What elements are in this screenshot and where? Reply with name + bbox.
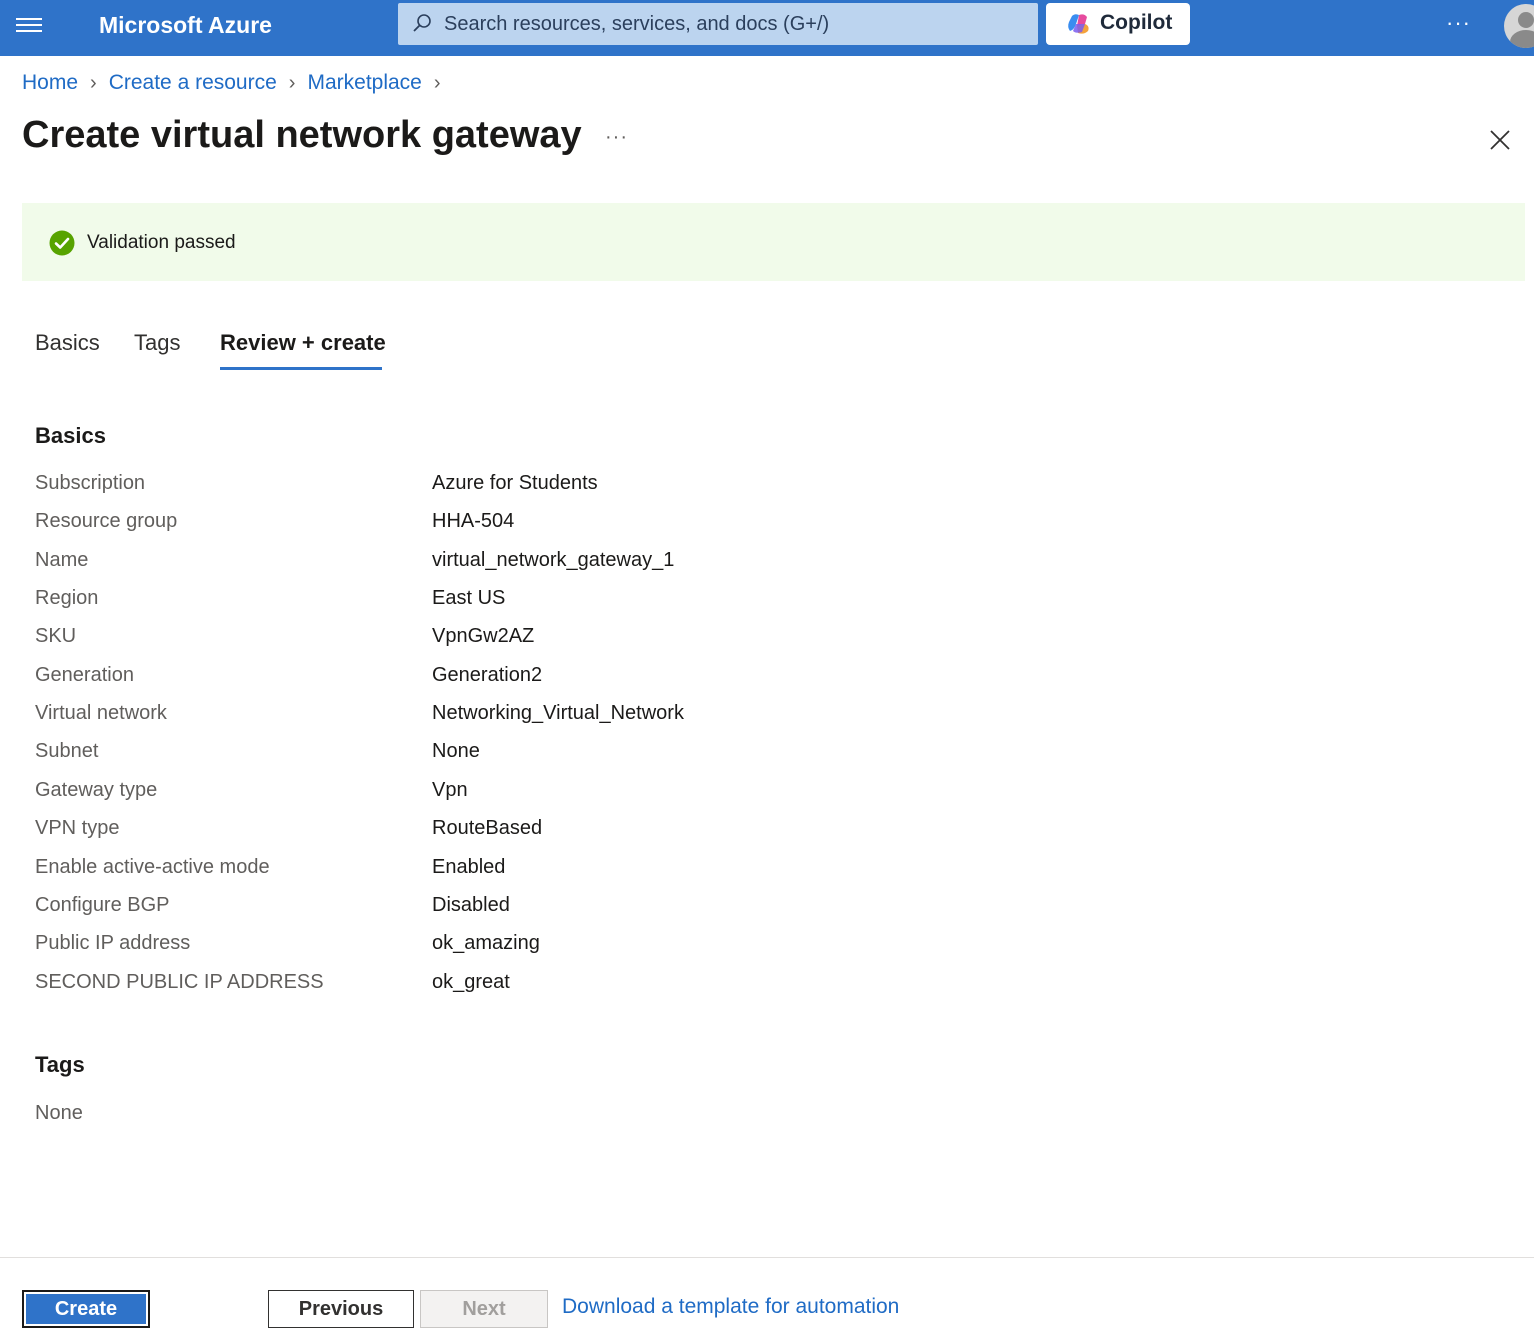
basics-section-title: Basics bbox=[35, 423, 106, 448]
subnet-label: Subnet bbox=[35, 740, 99, 762]
name-value: virtual_network_gateway_1 bbox=[432, 549, 675, 571]
download-template-link[interactable]: Download a template for automation bbox=[562, 1295, 899, 1319]
breadcrumb-create-resource[interactable]: Create a resource bbox=[109, 71, 277, 95]
second-public-ip-label: SECOND PUBLIC IP ADDRESS bbox=[35, 971, 324, 993]
copilot-button[interactable]: Copilot bbox=[1046, 3, 1190, 45]
subscription-label: Subscription bbox=[35, 472, 146, 494]
validation-banner: Validation passed bbox=[22, 203, 1525, 281]
create-button[interactable]: Create bbox=[22, 1290, 150, 1328]
page-more-icon[interactable]: ··· bbox=[605, 126, 628, 149]
page-title: Create virtual network gateway bbox=[22, 114, 582, 156]
chevron-right-icon: › bbox=[90, 71, 97, 94]
subscription-value: Azure for Students bbox=[432, 472, 598, 494]
gateway-type-value: Vpn bbox=[432, 779, 468, 801]
next-button[interactable]: Next bbox=[420, 1290, 548, 1328]
chevron-right-icon: › bbox=[433, 71, 441, 94]
name-label: Name bbox=[35, 549, 89, 571]
sku-label: SKU bbox=[35, 625, 77, 647]
region-value: East US bbox=[432, 587, 506, 609]
virtual-network-label: Virtual network bbox=[35, 702, 167, 724]
breadcrumb: Home › Create a resource › Marketplace › bbox=[22, 71, 453, 95]
breadcrumb-marketplace[interactable]: Marketplace bbox=[307, 71, 421, 95]
footer-divider bbox=[0, 1257, 1534, 1258]
tab-review-create[interactable]: Review + create bbox=[220, 330, 386, 356]
validation-message: Validation passed bbox=[87, 232, 236, 253]
subnet-value: None bbox=[432, 740, 480, 762]
avatar[interactable] bbox=[1504, 4, 1534, 48]
previous-button[interactable]: Previous bbox=[268, 1290, 414, 1328]
gateway-type-label: Gateway type bbox=[35, 779, 158, 801]
sku-value: VpnGw2AZ bbox=[432, 625, 535, 647]
tab-basics[interactable]: Basics bbox=[35, 330, 100, 356]
active-active-value: Enabled bbox=[432, 856, 506, 878]
generation-value: Generation2 bbox=[432, 664, 543, 686]
copilot-label: Copilot bbox=[1100, 11, 1173, 34]
configure-bgp-value: Disabled bbox=[432, 894, 510, 916]
vpn-type-label: VPN type bbox=[35, 817, 120, 839]
tab-tags[interactable]: Tags bbox=[134, 330, 180, 356]
vpn-type-value: RouteBased bbox=[432, 817, 543, 839]
chevron-right-icon: › bbox=[288, 71, 296, 94]
second-public-ip-value: ok_great bbox=[432, 971, 510, 993]
tags-value: None bbox=[35, 1102, 83, 1124]
generation-label: Generation bbox=[35, 664, 134, 686]
brand-title[interactable]: Microsoft Azure bbox=[99, 12, 272, 39]
region-label: Region bbox=[35, 587, 99, 609]
public-ip-value: ok_amazing bbox=[432, 932, 540, 954]
check-circle-icon bbox=[49, 230, 75, 256]
public-ip-label: Public IP address bbox=[35, 932, 191, 954]
more-options-icon[interactable]: ··· bbox=[1446, 10, 1471, 36]
active-active-label: Enable active-active mode bbox=[35, 856, 270, 878]
hamburger-menu-icon[interactable] bbox=[16, 14, 42, 36]
copilot-icon bbox=[1068, 14, 1089, 34]
virtual-network-value: Networking_Virtual_Network bbox=[432, 702, 684, 724]
tags-section-title: Tags bbox=[35, 1052, 85, 1077]
top-bar: Microsoft Azure Copilot ··· bbox=[0, 0, 1534, 56]
resource-group-label: Resource group bbox=[35, 510, 178, 532]
search-icon bbox=[413, 14, 431, 32]
breadcrumb-home[interactable]: Home bbox=[22, 71, 78, 95]
configure-bgp-label: Configure BGP bbox=[35, 894, 170, 916]
active-tab-indicator bbox=[220, 367, 382, 370]
search-box[interactable] bbox=[398, 3, 1038, 45]
search-input[interactable] bbox=[444, 9, 1024, 39]
close-icon[interactable] bbox=[1488, 128, 1512, 152]
resource-group-value: HHA-504 bbox=[432, 510, 515, 532]
